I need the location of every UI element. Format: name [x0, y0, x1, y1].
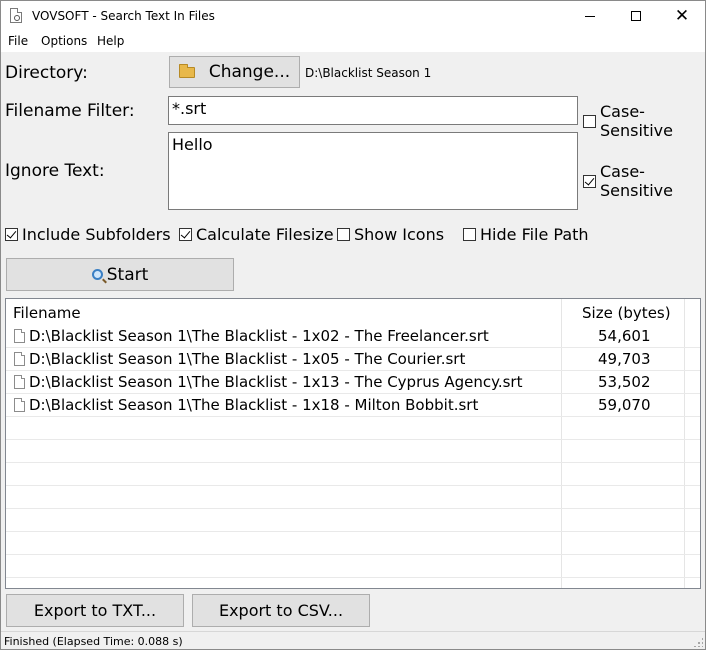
ignore-case-sensitive-checkbox[interactable]: Case-Sensitive	[583, 162, 705, 200]
maximize-button[interactable]	[613, 1, 659, 31]
status-bar: Finished (Elapsed Time: 0.088 s)	[1, 631, 705, 649]
filename-filter-label: Filename Filter:	[5, 101, 135, 121]
table-row[interactable]: D:\Blacklist Season 1\The Blacklist - 1x…	[6, 394, 700, 417]
file-icon	[14, 398, 25, 412]
checkbox-label: Hide File Path	[480, 225, 589, 244]
export-csv-button[interactable]: Export to CSV...	[192, 594, 370, 627]
results-table[interactable]: Filename Size (bytes) D:\Blacklist Seaso…	[5, 298, 701, 589]
row-filename: D:\Blacklist Season 1\The Blacklist - 1x…	[29, 350, 466, 368]
resize-grip[interactable]	[693, 637, 703, 647]
checkbox-box	[583, 174, 596, 188]
checkbox-label: Case-Sensitive	[600, 162, 673, 200]
hide-file-path-checkbox[interactable]: Hide File Path	[463, 225, 589, 244]
filter-case-sensitive-checkbox[interactable]: Case-Sensitive	[583, 102, 705, 140]
column-header-size[interactable]: Size (bytes)	[582, 304, 671, 322]
file-icon	[14, 375, 25, 389]
row-size: 53,502	[598, 373, 651, 391]
file-icon	[14, 352, 25, 366]
empty-table-row	[6, 440, 700, 463]
file-icon	[14, 329, 25, 343]
ignore-text-label: Ignore Text:	[5, 161, 105, 181]
app-window: VOVSOFT - Search Text In Files ✕ File Op…	[0, 0, 706, 650]
folder-icon	[178, 63, 195, 78]
directory-path: D:\Blacklist Season 1	[305, 66, 432, 80]
table-header: Filename Size (bytes)	[6, 299, 700, 325]
empty-table-row	[6, 555, 700, 578]
minimize-icon	[585, 15, 595, 17]
checkbox-label: Include Subfolders	[22, 225, 171, 244]
menu-options[interactable]: Options	[41, 34, 87, 48]
export-txt-button[interactable]: Export to TXT...	[6, 594, 184, 627]
checkbox-label: Case-Sensitive	[600, 102, 673, 140]
close-button[interactable]: ✕	[659, 1, 705, 31]
app-icon	[10, 8, 22, 23]
empty-table-row	[6, 509, 700, 532]
start-button-label: Start	[106, 264, 149, 285]
filename-filter-input[interactable]: *.srt	[168, 96, 578, 125]
empty-table-row	[6, 463, 700, 486]
empty-table-row	[6, 532, 700, 555]
change-directory-button[interactable]: Change...	[169, 56, 300, 88]
maximize-icon	[631, 11, 641, 21]
ignore-text-input[interactable]: Hello	[168, 132, 578, 210]
empty-table-row	[6, 417, 700, 440]
menu-bar: File Options Help	[1, 31, 705, 52]
search-icon	[91, 269, 103, 280]
show-icons-checkbox[interactable]: Show Icons	[337, 225, 444, 244]
row-filename: D:\Blacklist Season 1\The Blacklist - 1x…	[29, 396, 479, 414]
checkbox-box	[5, 228, 18, 241]
directory-label: Directory:	[5, 63, 88, 83]
table-row[interactable]: D:\Blacklist Season 1\The Blacklist - 1x…	[6, 371, 700, 394]
table-row[interactable]: D:\Blacklist Season 1\The Blacklist - 1x…	[6, 348, 700, 371]
checkbox-box	[337, 228, 350, 241]
start-button[interactable]: Start	[6, 258, 234, 291]
row-size: 49,703	[598, 350, 651, 368]
menu-file[interactable]: File	[8, 34, 28, 48]
table-row[interactable]: D:\Blacklist Season 1\The Blacklist - 1x…	[6, 325, 700, 348]
window-title: VOVSOFT - Search Text In Files	[32, 9, 215, 23]
checkbox-box	[463, 228, 476, 241]
row-size: 54,601	[598, 327, 651, 345]
menu-help[interactable]: Help	[97, 34, 124, 48]
title-bar[interactable]: VOVSOFT - Search Text In Files ✕	[1, 1, 705, 31]
column-header-filename[interactable]: Filename	[13, 304, 81, 322]
minimize-button[interactable]	[567, 1, 613, 31]
checkbox-box	[179, 228, 192, 241]
empty-table-row	[6, 486, 700, 509]
calculate-filesize-checkbox[interactable]: Calculate Filesize	[179, 225, 334, 244]
checkbox-label: Show Icons	[354, 225, 445, 244]
row-size: 59,070	[598, 396, 651, 414]
change-button-label: Change...	[208, 62, 291, 82]
row-filename: D:\Blacklist Season 1\The Blacklist - 1x…	[29, 327, 489, 345]
row-filename: D:\Blacklist Season 1\The Blacklist - 1x…	[29, 373, 523, 391]
include-subfolders-checkbox[interactable]: Include Subfolders	[5, 225, 171, 244]
status-text: Finished (Elapsed Time: 0.088 s)	[4, 635, 183, 648]
checkbox-label: Calculate Filesize	[196, 225, 334, 244]
checkbox-box	[583, 114, 596, 128]
